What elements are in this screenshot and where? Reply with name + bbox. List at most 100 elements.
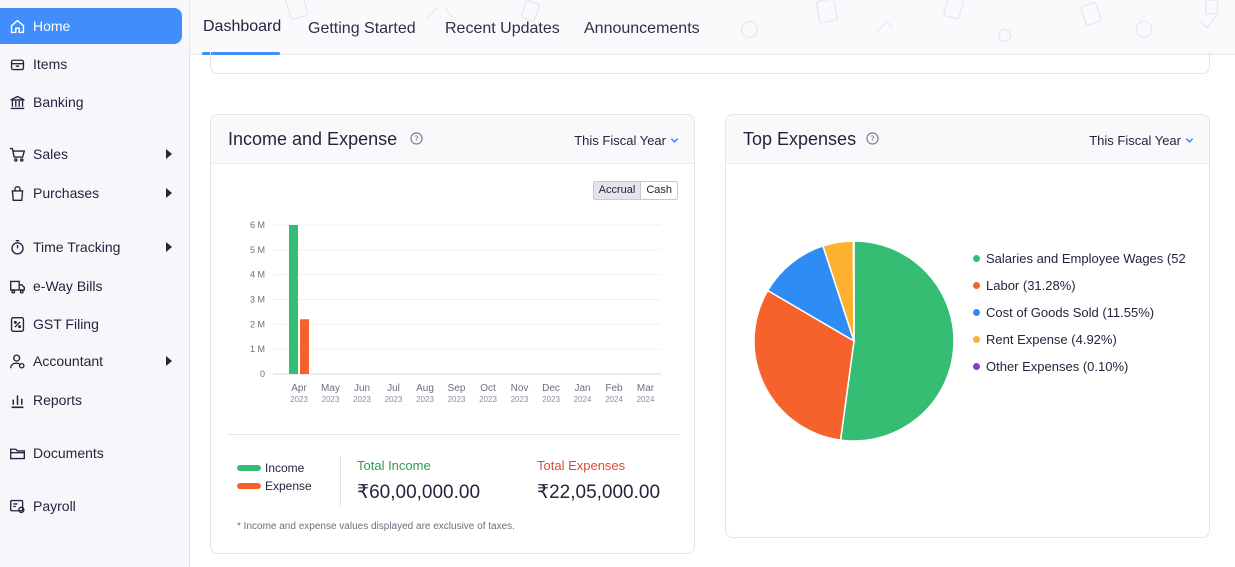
sidebar-item-reports[interactable]: Reports bbox=[0, 382, 182, 418]
x-tick-label: Sep bbox=[448, 383, 466, 394]
income-expense-bar-chart: 01 M2 M3 M4 M5 M6 MApr2023May2023Jun2023… bbox=[250, 220, 661, 404]
sidebar-item-payroll[interactable]: Payroll bbox=[0, 488, 182, 524]
sidebar-item-documents[interactable]: Documents bbox=[0, 435, 182, 471]
sidebar-item-accountant[interactable]: Accountant bbox=[0, 343, 182, 379]
help-icon[interactable]: ? bbox=[410, 132, 423, 145]
x-tick-label: Oct bbox=[480, 383, 496, 394]
x-tick-year-label: 2023 bbox=[448, 395, 466, 404]
y-tick-label: 1 M bbox=[250, 344, 265, 354]
submenu-arrow-icon bbox=[166, 188, 172, 198]
legend-label: Labor (31.28%) bbox=[986, 278, 1076, 293]
legend-dot bbox=[973, 309, 980, 316]
submenu-arrow-icon bbox=[166, 149, 172, 159]
x-tick-label: Aug bbox=[416, 383, 434, 394]
period-label: This Fiscal Year bbox=[574, 133, 666, 148]
y-tick-label: 4 M bbox=[250, 270, 265, 280]
legend-label: Cost of Goods Sold (11.55%) bbox=[986, 305, 1155, 320]
sidebar-item-home[interactable]: Home bbox=[0, 8, 182, 44]
x-tick-year-label: 2023 bbox=[290, 395, 308, 404]
legend-dot bbox=[973, 255, 980, 262]
x-tick-label: Feb bbox=[605, 383, 623, 394]
x-tick-year-label: 2023 bbox=[479, 395, 497, 404]
tab-dashboard[interactable]: Dashboard bbox=[203, 18, 281, 36]
x-tick-label: Jun bbox=[354, 383, 370, 394]
divider bbox=[340, 456, 341, 506]
card-title: Income and Expense bbox=[228, 129, 398, 149]
sidebar-item-banking[interactable]: Banking bbox=[0, 84, 182, 120]
x-tick-year-label: 2023 bbox=[385, 395, 403, 404]
legend-dot bbox=[973, 336, 980, 343]
sidebar-item-label: Items bbox=[33, 56, 68, 72]
upper-card-bottom-edge bbox=[210, 52, 1210, 74]
legend-label: Other Expenses (0.10%) bbox=[986, 359, 1129, 374]
sidebar-item-sales[interactable]: Sales bbox=[0, 136, 182, 172]
x-tick-year-label: 2023 bbox=[353, 395, 371, 404]
y-tick-label: 0 bbox=[260, 369, 265, 379]
sidebar-item-label: Reports bbox=[33, 392, 83, 408]
cart-icon bbox=[8, 145, 26, 163]
sidebar-item-label: e-Way Bills bbox=[33, 278, 103, 294]
payroll-icon bbox=[8, 497, 26, 515]
pie-legend-item: Labor (31.28%) bbox=[973, 278, 1076, 293]
expense-swatch bbox=[237, 483, 261, 489]
y-tick-label: 5 M bbox=[250, 245, 265, 255]
total-income-label: Total Income bbox=[357, 458, 431, 473]
x-tick-label: Jan bbox=[574, 383, 590, 394]
x-tick-year-label: 2023 bbox=[542, 395, 560, 404]
x-tick-year-label: 2023 bbox=[322, 395, 340, 404]
card-header: Income and Expense ? This Fiscal Year bbox=[211, 115, 694, 164]
y-tick-label: 6 M bbox=[250, 220, 265, 230]
folder-icon bbox=[8, 444, 26, 462]
tab-announcements[interactable]: Announcements bbox=[584, 20, 700, 38]
x-tick-label: Dec bbox=[542, 383, 560, 394]
divider bbox=[227, 434, 679, 435]
accrual-cash-toggle: Accrual Cash bbox=[592, 181, 678, 200]
sidebar-item-items[interactable]: Items bbox=[0, 46, 182, 82]
expense-bar bbox=[300, 319, 309, 374]
sidebar-item-gst-filing[interactable]: GST Filing bbox=[0, 306, 182, 342]
x-tick-label: Apr bbox=[291, 383, 307, 394]
cash-button[interactable]: Cash bbox=[640, 181, 678, 200]
legend-dot bbox=[973, 363, 980, 370]
home-icon bbox=[8, 17, 26, 35]
accrual-button[interactable]: Accrual bbox=[592, 181, 641, 200]
sidebar-item-label: GST Filing bbox=[33, 316, 99, 332]
x-tick-year-label: 2024 bbox=[605, 395, 623, 404]
pie-legend-item: Rent Expense (4.92%) bbox=[973, 332, 1117, 347]
x-tick-year-label: 2024 bbox=[637, 395, 655, 404]
sidebar: Home Items Banking Sales Purchases Time … bbox=[0, 0, 190, 567]
sidebar-item-label: Accountant bbox=[33, 353, 104, 369]
tab-recent-updates[interactable]: Recent Updates bbox=[445, 20, 560, 38]
x-tick-label: May bbox=[321, 383, 340, 394]
sidebar-item-label: Documents bbox=[33, 445, 104, 461]
bank-icon bbox=[8, 93, 26, 111]
tab-getting-started[interactable]: Getting Started bbox=[308, 20, 416, 38]
legend-label: Salaries and Employee Wages (52 bbox=[986, 251, 1186, 266]
legend-expense: Expense bbox=[237, 479, 312, 493]
sidebar-item-label: Home bbox=[33, 18, 71, 34]
svg-text:?: ? bbox=[414, 133, 418, 143]
sidebar-item-purchases[interactable]: Purchases bbox=[0, 175, 182, 211]
sidebar-item-time-tracking[interactable]: Time Tracking bbox=[0, 229, 182, 265]
legend-label: Rent Expense (4.92%) bbox=[986, 332, 1117, 347]
total-income-value: ₹60,00,000.00 bbox=[357, 482, 481, 503]
submenu-arrow-icon bbox=[166, 356, 172, 366]
taxes-footnote: * Income and expense values displayed ar… bbox=[237, 521, 515, 532]
bag-icon bbox=[8, 184, 26, 202]
bar-chart-icon bbox=[8, 391, 26, 409]
period-dropdown[interactable]: This Fiscal Year bbox=[574, 133, 679, 148]
legend-label: Expense bbox=[265, 479, 312, 493]
pie-legend-item: Salaries and Employee Wages (52 bbox=[973, 251, 1186, 266]
pie-legend-item: Cost of Goods Sold (11.55%) bbox=[973, 305, 1154, 320]
income-expense-card: Income and Expense ? This Fiscal Year Ac… bbox=[210, 114, 695, 554]
legend-label: Income bbox=[265, 461, 305, 475]
accountant-icon bbox=[8, 352, 26, 370]
pie-legend-item: Other Expenses (0.10%) bbox=[973, 359, 1128, 374]
truck-icon bbox=[8, 277, 26, 295]
x-tick-year-label: 2024 bbox=[574, 395, 592, 404]
sidebar-item-label: Banking bbox=[33, 94, 84, 110]
sidebar-item-label: Payroll bbox=[33, 498, 76, 514]
sidebar-item-eway-bills[interactable]: e-Way Bills bbox=[0, 268, 182, 304]
chevron-down-icon bbox=[670, 138, 679, 143]
legend-dot bbox=[973, 282, 980, 289]
